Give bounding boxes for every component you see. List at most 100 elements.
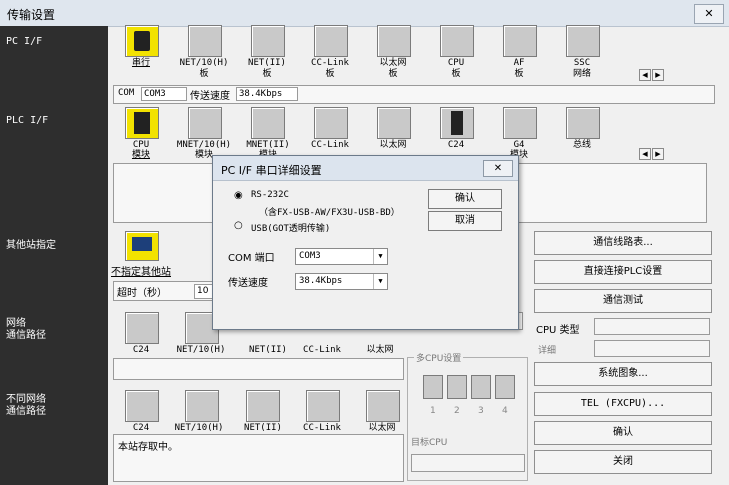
net10h-board-icon[interactable] (188, 25, 222, 57)
system-image-button[interactable]: 系统图象... (534, 362, 712, 386)
com-port-value: COM3 (299, 251, 321, 261)
pc-if-speed-label: 传送速度 (190, 91, 230, 102)
sidebar-other-station: 其他站指定 (6, 240, 56, 251)
pc-if-item-label: 板 (262, 69, 272, 79)
ethernet-board-icon[interactable] (377, 25, 411, 57)
pc-if-speed-value: 38.4Kbps (236, 87, 298, 101)
dialog-speed-label: 传送速度 (228, 278, 268, 289)
pc-if-item-label: 网络 (572, 69, 591, 79)
c24-module-icon[interactable] (440, 107, 474, 139)
serial-icon[interactable] (125, 25, 159, 57)
timeout-label: 超时（秒） (117, 288, 167, 299)
pc-if-scroll-left-icon[interactable]: ◀ (639, 69, 651, 81)
cclink-board-icon[interactable] (314, 25, 348, 57)
af-board-icon[interactable] (503, 25, 537, 57)
speed-select[interactable]: 38.4Kbps ▼ (295, 273, 388, 290)
diff-route-ethernet-icon[interactable] (366, 390, 400, 422)
cclink-module-icon[interactable] (314, 107, 348, 139)
pc-if-item-label: SSC (573, 58, 591, 68)
plc-if-item-label: 总线 (572, 140, 591, 150)
com-port-select[interactable]: COM3 ▼ (295, 248, 388, 265)
diff-route-netii-icon[interactable] (246, 390, 280, 422)
pc-if-item-label: CPU (447, 58, 465, 68)
pc-if-com-value: COM3 (141, 87, 187, 101)
usb-radio-icon[interactable]: ○ (234, 220, 243, 231)
sidebar-plc-if: PLC I/F (6, 115, 49, 126)
cpu-slot-3-icon[interactable] (471, 375, 491, 399)
pc-if-item-label: 板 (514, 69, 524, 79)
cpu-type-label: CPU 类型 (536, 325, 580, 336)
window-titlebar (0, 0, 729, 27)
sidebar-network-route-2: 通信路径 (6, 330, 46, 341)
dialog-ok-button[interactable]: 确认 (428, 189, 502, 209)
chevron-down-icon: ▼ (373, 249, 387, 264)
cpu-slot-number: 3 (478, 406, 484, 416)
comm-route-table-button[interactable]: 通信线路表... (534, 231, 712, 255)
plc-if-scroll-right-icon[interactable]: ▶ (652, 148, 664, 160)
direct-connect-plc-button[interactable]: 直接连接PLC设置 (534, 260, 712, 284)
plc-if-item-label: C24 (447, 140, 465, 150)
ssc-network-icon[interactable] (566, 25, 600, 57)
tel-fxcpu-button[interactable]: TEL (FXCPU)... (534, 392, 712, 416)
plc-if-scroll-left-icon[interactable]: ◀ (639, 148, 651, 160)
com-port-label: COM 端口 (228, 253, 275, 264)
diff-route-cclink-icon[interactable] (306, 390, 340, 422)
confirm-button[interactable]: 确认 (534, 421, 712, 445)
cpu-slot-number: 4 (502, 406, 508, 416)
cpu-board-icon[interactable] (440, 25, 474, 57)
multi-cpu-label: 多CPU设置 (414, 351, 464, 364)
pc-if-scroll-right-icon[interactable]: ▶ (652, 69, 664, 81)
other-station-label[interactable]: 不指定其他站 (111, 263, 171, 278)
window-close-button[interactable]: ✕ (694, 4, 724, 24)
route-item-label: NET(II) (249, 345, 287, 355)
mnetii-module-icon[interactable] (251, 107, 285, 139)
sidebar-diff-network-2: 通信路径 (6, 406, 46, 417)
cpu-slot-1-icon[interactable] (423, 375, 443, 399)
usb-label[interactable]: USB(GOT透明传输) (251, 221, 330, 234)
netii-board-icon[interactable] (251, 25, 285, 57)
sidebar-diff-network-1: 不同网络 (6, 394, 46, 405)
rs232c-label[interactable]: RS-232C (251, 190, 289, 200)
diff-route-net10h-icon[interactable] (185, 390, 219, 422)
ethernet-module-icon[interactable] (377, 107, 411, 139)
rs232c-radio-icon[interactable]: ◉ (234, 190, 243, 201)
dialog-title: PC I/F 串口详细设置 (221, 164, 322, 177)
other-station-icon[interactable] (125, 231, 159, 261)
comm-test-button[interactable]: 通信测试 (534, 289, 712, 313)
cpu-slot-number: 2 (454, 406, 460, 416)
sidebar-pc-if: PC I/F (6, 36, 43, 47)
cpu-type-field (594, 318, 710, 335)
plc-if-item-label: CPU (132, 140, 150, 150)
pc-if-serial-label[interactable]: 串行 (121, 58, 161, 68)
pc-if-item-label: 以太网 (379, 58, 407, 68)
pc-if-item-label: NET/10(H) (179, 58, 229, 68)
mnet10h-module-icon[interactable] (188, 107, 222, 139)
route-item-label: NET/10(H) (176, 345, 226, 355)
route-item-label: 以太网 (366, 345, 394, 355)
diff-route-c24-icon[interactable] (125, 390, 159, 422)
cpu-slot-2-icon[interactable] (447, 375, 467, 399)
status-text: 本站存取中。 (118, 442, 178, 453)
bus-icon[interactable] (566, 107, 600, 139)
close-button[interactable]: 关闭 (534, 450, 712, 474)
pc-if-item-label: CC-Link (311, 58, 349, 68)
route-c24-icon[interactable] (125, 312, 159, 344)
plc-if-item-label: 以太网 (379, 140, 407, 150)
cpu-module-icon[interactable] (125, 107, 159, 139)
g4-module-icon[interactable] (503, 107, 537, 139)
diff-route-item-label: NET(II) (244, 423, 282, 433)
dialog-close-button[interactable]: ✕ (483, 160, 513, 177)
cpu-slot-4-icon[interactable] (495, 375, 515, 399)
dialog-cancel-button[interactable]: 取消 (428, 211, 502, 231)
detail-label: 详细 (538, 346, 557, 356)
diff-route-item-label: 以太网 (368, 423, 396, 433)
plc-if-item-label: G4 (513, 140, 525, 150)
pc-if-item-label: 板 (388, 69, 398, 79)
route-item-label: CC-Link (303, 345, 341, 355)
diff-route-item-label: NET/10(H) (174, 423, 224, 433)
pc-if-item-label: 板 (451, 69, 461, 79)
plc-if-item-label: 模块 (131, 150, 150, 160)
chevron-down-icon: ▼ (373, 274, 387, 289)
pc-if-item-label: 板 (199, 69, 209, 79)
route-detail-area (113, 358, 404, 380)
